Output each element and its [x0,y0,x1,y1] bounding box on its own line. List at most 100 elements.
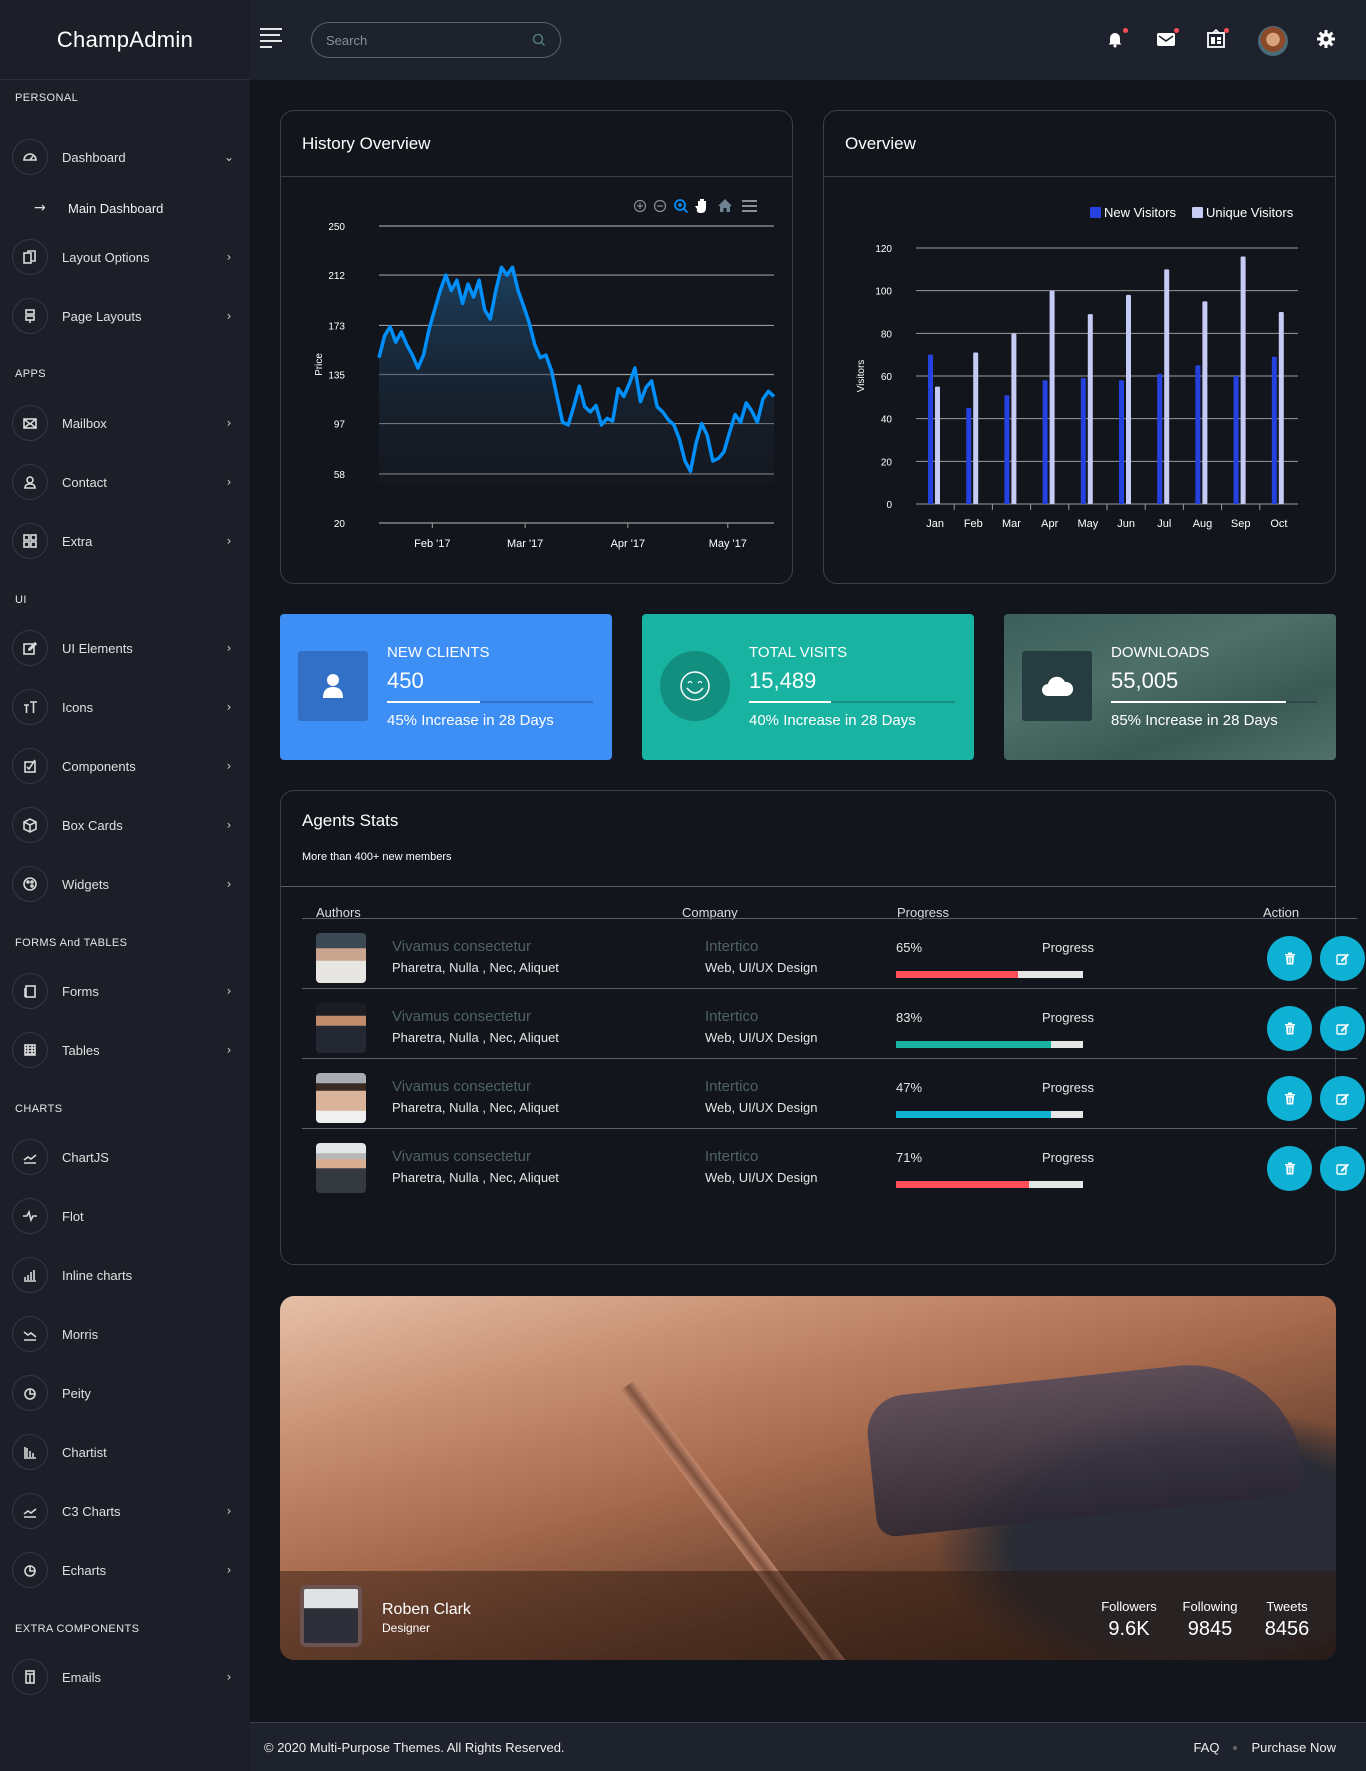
progress-fill [896,1181,1029,1188]
progress-bar [896,971,1083,978]
table-row: Vivamus consectetur Pharetra, Nulla , Ne… [302,1128,1365,1207]
author-photo [316,933,366,983]
sidebar-item-inline-charts[interactable]: Inline charts [12,1257,237,1293]
zoom-out-icon[interactable] [653,199,667,213]
y-tick-label: 20 [334,519,346,530]
icon-shape [678,203,689,214]
notifications-button[interactable] [1102,26,1128,52]
sidebar-item-label: Emails [62,1669,102,1685]
sidebar-item-ui-elements[interactable]: UI Elements › [12,630,237,666]
y-tick-label: 40 [881,415,893,426]
brand-logo[interactable]: ChampAdmin [0,0,250,80]
sidebar-item-c3-charts[interactable]: C3 Charts › [12,1493,237,1529]
sidebar-item-chartist[interactable]: Chartist [12,1434,237,1470]
bar-new-visitors [1119,380,1124,504]
stat-progress-fill [387,701,480,703]
delete-button[interactable] [1267,1006,1312,1051]
mail-button[interactable] [1153,26,1179,52]
box-icon [12,807,48,843]
sidebar-item-flot[interactable]: Flot [12,1198,237,1234]
author-name[interactable]: Vivamus consectetur [392,1148,531,1165]
forms-copy-icon [12,973,48,1009]
sidebar-item-tables[interactable]: Tables › [12,1032,237,1068]
footer-link-purchase-now[interactable]: Purchase Now [1251,1740,1336,1755]
company-name[interactable]: Intertico [705,938,758,955]
edit-icon [1335,953,1349,965]
sidebar-item-label: Components [62,758,136,774]
sidebar-item-widgets[interactable]: Widgets › [12,866,237,902]
search-icon[interactable] [532,33,546,47]
chevron-right-icon: › [226,1563,232,1577]
x-tick-label: Mar '17 [507,538,543,550]
edit-button[interactable] [1320,1076,1365,1121]
sidebar-toggle-button[interactable] [260,28,282,48]
mail-badge [1174,28,1179,33]
progress-percent: 83% [896,1010,923,1025]
sidebar-item-label: Widgets [62,876,109,892]
sidebar-item-icons[interactable]: Icons › [12,689,237,725]
company-department: Web, UI/UX Design [705,960,818,975]
bar-unique-visitors [1011,333,1017,504]
edit-button[interactable] [1320,1146,1365,1191]
profile-avatar[interactable] [300,1585,362,1647]
sidebar-item-emails[interactable]: Emails › [12,1659,237,1695]
author-name[interactable]: Vivamus consectetur [392,1008,531,1025]
stat-title: TOTAL VISITS [749,644,848,661]
progress-fill [896,971,1018,978]
sidebar-item-peity[interactable]: Peity [12,1375,237,1411]
profile-name: Roben Clark [382,1601,471,1618]
sidebar-item-layout-options[interactable]: Layout Options › [12,239,237,275]
sidebar-item-components[interactable]: Components › [12,748,237,784]
stat-title: DOWNLOADS [1111,644,1210,661]
menu-icon[interactable] [742,200,757,212]
company-name[interactable]: Intertico [705,1078,758,1095]
bar-new-visitors [966,408,972,504]
email-template-icon [12,1659,48,1695]
edit-button[interactable] [1320,1006,1365,1051]
bar-unique-visitors [1240,256,1246,504]
pan-hand-icon[interactable] [695,199,706,213]
company-name[interactable]: Intertico [705,1148,758,1165]
author-name[interactable]: Vivamus consectetur [392,938,531,955]
zoom-in-icon[interactable] [633,199,647,213]
palette-icon [12,866,48,902]
sidebar-item-dashboard[interactable]: Dashboard ⌄ [12,139,237,175]
delete-button[interactable] [1267,936,1312,981]
sidebar-item-mailbox[interactable]: Mailbox › [12,405,237,441]
search-input[interactable] [326,32,532,48]
sidebar-subitem-main-dashboard[interactable]: → Main Dashboard [34,198,163,218]
profile-stat-following: Following 9845 [1180,1599,1240,1641]
footer-link-faq[interactable]: FAQ [1193,1740,1219,1755]
edit-button[interactable] [1320,936,1365,981]
delete-button[interactable] [1267,1146,1312,1191]
company-name[interactable]: Intertico [705,1008,758,1025]
dashboard-gauge-icon [12,139,48,175]
edit-icon [1335,1023,1349,1035]
calendar-badge [1224,28,1229,33]
sidebar-item-page-layouts[interactable]: Page Layouts › [12,298,237,334]
user-avatar[interactable] [1258,26,1288,56]
delete-button[interactable] [1267,1076,1312,1121]
smiley-icon [660,651,730,721]
sidebar-item-echarts[interactable]: Echarts › [12,1552,237,1588]
section-header-apps: APPS [15,368,46,380]
settings-button[interactable] [1313,26,1339,52]
sidebar-item-morris[interactable]: Morris [12,1316,237,1352]
selection-zoom-icon[interactable] [674,199,689,214]
profile-stat-tweets: Tweets 8456 [1262,1599,1312,1641]
sidebar-item-box-cards[interactable]: Box Cards › [12,807,237,843]
calendar-button[interactable] [1203,26,1229,52]
sidebar-item-chartjs[interactable]: ChartJS [12,1139,237,1175]
reset-home-icon[interactable] [718,199,732,212]
author-name[interactable]: Vivamus consectetur [392,1078,531,1095]
sidebar-item-extra[interactable]: Extra › [12,523,237,559]
x-tick-label: Jan [926,518,944,530]
legend-swatch [1192,207,1203,218]
sidebar-item-contact[interactable]: Contact › [12,464,237,500]
notification-bell-icon [1108,33,1122,48]
sidebar-item-forms[interactable]: Forms › [12,973,237,1009]
bar-unique-visitors [1126,294,1131,504]
stat-value: 9.6K [1108,1618,1150,1640]
pie-chart-icon [12,1375,48,1411]
bar-new-visitors [928,354,933,504]
